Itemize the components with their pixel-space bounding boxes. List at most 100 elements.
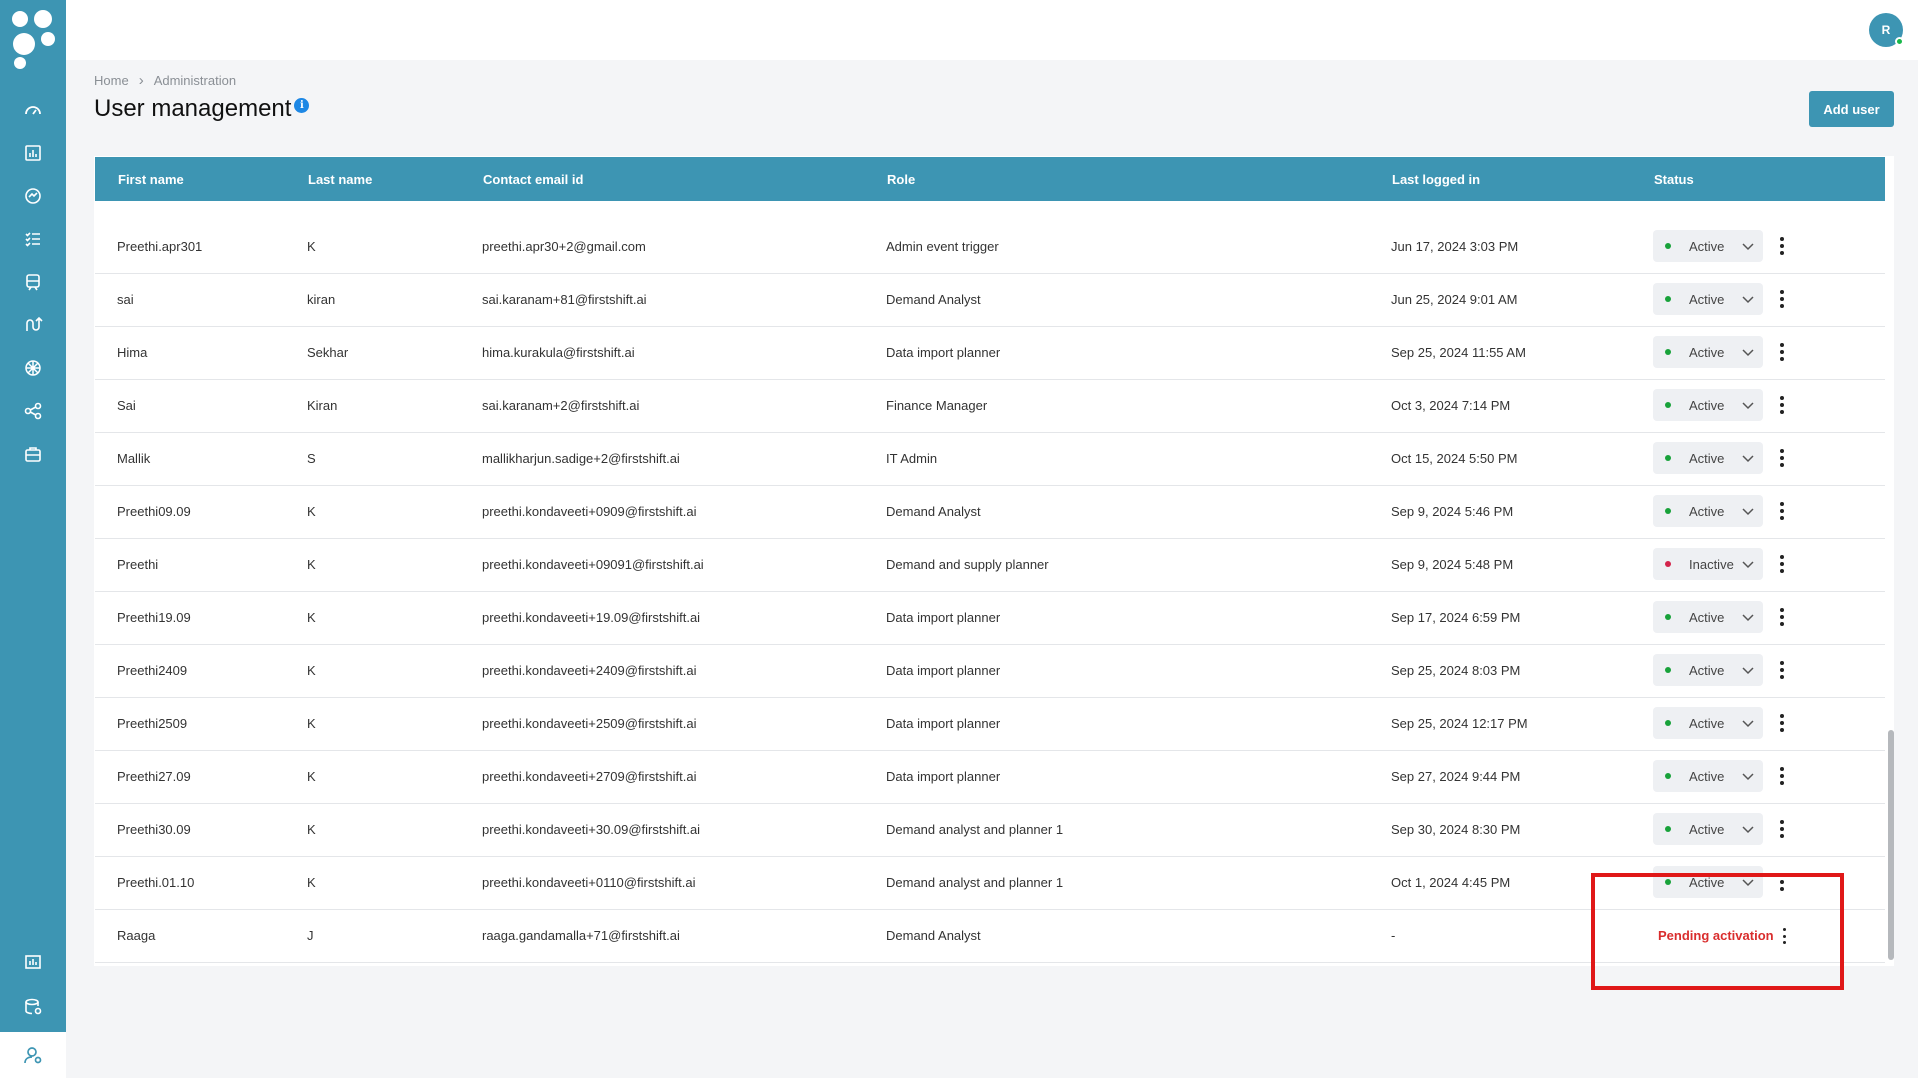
cell-email: hima.kurakula@firstshift.ai	[482, 345, 635, 360]
cell-email: preethi.kondaveeti+0110@firstshift.ai	[482, 875, 696, 890]
breadcrumb-home[interactable]: Home	[94, 73, 129, 88]
chevron-down-icon	[1742, 455, 1754, 463]
avatar[interactable]: R	[1869, 13, 1904, 47]
table-row[interactable]: Preethi2409 Kpreethi.kondaveeti+2409@firs…	[95, 645, 1885, 698]
status-dropdown[interactable]: Active	[1653, 389, 1763, 421]
status-label: Active	[1689, 715, 1725, 731]
status-dropdown[interactable]: Active	[1653, 336, 1763, 368]
table-row[interactable]: Preethi09.09 Kpreethi.kondaveeti+0909@fir…	[95, 486, 1885, 539]
add-user-button[interactable]: Add user	[1809, 91, 1894, 127]
cell-role: Demand Analyst	[886, 504, 981, 519]
cell-last-logged-in: Oct 15, 2024 5:50 PM	[1391, 451, 1518, 466]
cell-role: Demand Analyst	[886, 292, 981, 307]
more-options-icon[interactable]	[1777, 765, 1787, 787]
more-options-icon[interactable]	[1777, 818, 1787, 840]
table-row[interactable]: Preethi2509 Kpreethi.kondaveeti+2509@firs…	[95, 698, 1885, 751]
nav-ai[interactable]	[0, 348, 66, 388]
more-options-icon[interactable]	[1777, 871, 1787, 893]
info-icon[interactable]: i	[294, 97, 310, 113]
status-label: Active	[1689, 344, 1725, 360]
online-status-dot	[1895, 37, 1904, 46]
page-title-text: User management	[94, 95, 292, 122]
cell-first-name: Preethi19.09	[117, 610, 191, 625]
nav-analytics[interactable]	[0, 133, 66, 173]
nav-inventory[interactable]	[0, 262, 66, 302]
user-management-icon	[24, 1047, 42, 1064]
table-header: First name Last name Contact email id Ro…	[95, 157, 1885, 201]
header-status[interactable]: Status	[1654, 172, 1694, 187]
more-options-icon[interactable]	[1777, 394, 1787, 416]
cell-last-name: K	[307, 610, 316, 625]
status-dot	[1665, 667, 1671, 673]
cell-email: sai.karanam+2@firstshift.ai	[482, 398, 640, 413]
cell-first-name: Mallik	[117, 451, 151, 466]
chevron-down-icon	[1742, 773, 1754, 781]
header-last-logged-in[interactable]: Last logged in	[1392, 172, 1480, 187]
table-row[interactable]: Mallik Smallikharjun.sadige+2@firstshift.…	[95, 433, 1885, 486]
nav-tasks[interactable]	[0, 219, 66, 259]
status-dot	[1665, 455, 1671, 461]
cell-role: Demand analyst and planner 1	[886, 875, 1064, 890]
more-options-icon[interactable]	[1777, 659, 1787, 681]
header-first-name[interactable]: First name	[118, 172, 184, 187]
status-dropdown[interactable]: Active	[1653, 601, 1763, 633]
header-role[interactable]: Role	[887, 172, 915, 187]
cell-last-logged-in: Sep 17, 2024 6:59 PM	[1391, 610, 1521, 625]
cell-last-name: K	[307, 822, 316, 837]
status-dropdown[interactable]: Active	[1653, 495, 1763, 527]
more-options-icon[interactable]	[1777, 341, 1787, 363]
chevron-down-icon	[1742, 296, 1754, 304]
status-dropdown[interactable]: Active	[1653, 230, 1763, 262]
reports-icon	[25, 955, 41, 969]
cell-role: Data import planner	[886, 769, 1001, 784]
nav-network[interactable]	[0, 391, 66, 431]
table-row[interactable]: Sai Kiran sai.karanam+2@firstshift.ai Finan…	[95, 380, 1885, 433]
more-options-icon[interactable]	[1777, 447, 1787, 469]
table-row[interactable]: Preethi27.09 Kpreethi.kondaveeti+2709@fir…	[95, 751, 1885, 804]
more-options-icon[interactable]	[1777, 500, 1787, 522]
analytics-icon	[25, 145, 41, 161]
table-row[interactable]: Preethi.apr301 Kpreethi.apr30+2@gmail.com…	[95, 221, 1885, 274]
more-options-icon[interactable]	[1777, 288, 1787, 310]
cell-first-name: Sai	[117, 398, 136, 413]
nav-reports[interactable]	[0, 942, 66, 982]
more-options-icon[interactable]	[1780, 927, 1788, 945]
table-row[interactable]: Preethi19.09 Kpreethi.kondaveeti+19.09@fi…	[95, 592, 1885, 645]
status-dropdown[interactable]: Active	[1653, 813, 1763, 845]
status-dropdown[interactable]: Active	[1653, 707, 1763, 739]
more-options-icon[interactable]	[1777, 606, 1787, 628]
cell-first-name: Preethi09.09	[117, 504, 191, 519]
more-options-icon[interactable]	[1777, 235, 1787, 257]
chevron-down-icon	[1742, 508, 1754, 516]
table-row[interactable]: Raaga Jraaga.gandamalla+71@firstshift.ai D…	[95, 910, 1885, 963]
table-row[interactable]: Preethi Kpreethi.kondaveeti+09091@firstsh…	[95, 539, 1885, 592]
table-row[interactable]: sai kiran sai.karanam+81@firstshift.ai Dema…	[95, 274, 1885, 327]
cell-last-name: K	[307, 239, 316, 254]
status-dropdown[interactable]: Inactive	[1653, 548, 1763, 580]
more-options-icon[interactable]	[1777, 553, 1787, 575]
nav-monitor[interactable]	[0, 176, 66, 216]
nav-user-management[interactable]	[0, 1032, 66, 1078]
app-logo[interactable]	[10, 6, 56, 70]
nav-dashboard[interactable]	[0, 90, 66, 130]
nav-flow[interactable]	[0, 305, 66, 345]
cell-last-logged-in: Sep 9, 2024 5:46 PM	[1391, 504, 1514, 519]
status-dropdown[interactable]: Active	[1653, 760, 1763, 792]
status-dropdown[interactable]: Active	[1653, 442, 1763, 474]
header-email[interactable]: Contact email id	[483, 172, 583, 187]
ai-icon	[25, 360, 41, 376]
table-row[interactable]: Hima Sekhar hima.kurakula@firstshift.ai Dat…	[95, 327, 1885, 380]
status-dropdown[interactable]: Active	[1653, 866, 1763, 898]
nav-toolbox[interactable]	[0, 434, 66, 474]
more-options-icon[interactable]	[1777, 712, 1787, 734]
cell-first-name: Preethi30.09	[117, 822, 191, 837]
status-dropdown[interactable]: Active	[1653, 283, 1763, 315]
nav-data-settings[interactable]	[0, 987, 66, 1027]
cell-email: preethi.kondaveeti+0909@firstshift.ai	[482, 504, 697, 519]
breadcrumb-current[interactable]: Administration	[154, 73, 236, 88]
table-scrollbar[interactable]	[1888, 730, 1894, 960]
table-row[interactable]: Preethi.01.10 Kpreethi.kondaveeti+0110@fi…	[95, 857, 1885, 910]
status-dropdown[interactable]: Active	[1653, 654, 1763, 686]
header-last-name[interactable]: Last name	[308, 172, 372, 187]
table-row[interactable]: Preethi30.09 Kpreethi.kondaveeti+30.09@fi…	[95, 804, 1885, 857]
